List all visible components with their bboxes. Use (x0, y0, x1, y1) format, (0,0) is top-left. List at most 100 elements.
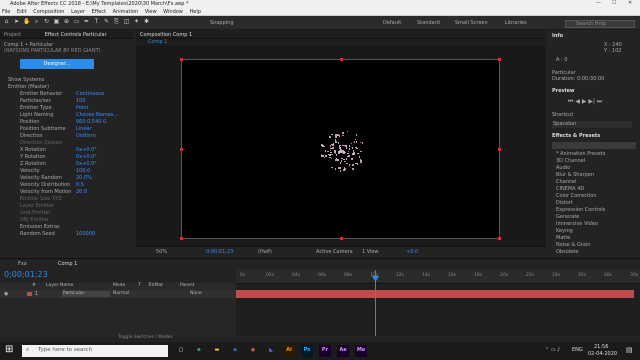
effect-category[interactable]: Distort (556, 201, 573, 206)
chrome-icon[interactable]: ◉ (247, 345, 259, 357)
property-value[interactable]: Uniform (76, 134, 96, 139)
effects-search-input[interactable] (552, 142, 636, 149)
layer-row[interactable]: ◉ 1 Particular Normal None (0, 290, 236, 298)
close-button[interactable]: ✕ (628, 1, 632, 6)
section-emitter-master[interactable]: Emitter (Master) (8, 85, 49, 90)
clone-tool-icon[interactable]: ⎘ (113, 19, 120, 26)
playback-controls-icon[interactable]: ⏮ ◀ ▶ ▶| ⏭ (568, 99, 602, 105)
menu-help[interactable]: Help (189, 10, 200, 15)
property-value[interactable]: 100 (76, 99, 86, 104)
type-tool-icon[interactable]: T (93, 19, 100, 26)
camera-tool-icon[interactable]: ▣ (53, 19, 60, 26)
property-value[interactable]: Point (76, 106, 88, 111)
menu-animation[interactable]: Animation (113, 10, 139, 15)
resolution-dropdown[interactable]: (Half) (258, 250, 272, 255)
menu-window[interactable]: Window (163, 10, 183, 15)
property-value[interactable]: 0x+0.0° (76, 162, 97, 167)
effect-category[interactable]: Channel (556, 180, 577, 185)
selection-tool-icon[interactable]: ➤ (13, 19, 20, 26)
exposure-value[interactable]: +0.0 (406, 250, 418, 255)
camera-dropdown[interactable]: Active Camera (316, 250, 353, 255)
menu-layer[interactable]: Layer (71, 10, 85, 15)
shortcut-dropdown[interactable]: Spacebar (552, 121, 632, 128)
layer-mode[interactable]: Normal (113, 291, 129, 297)
tab-project[interactable]: Project (4, 33, 21, 38)
viewer-timecode[interactable]: 0;00;01;23 (206, 250, 233, 255)
property-value[interactable]: Continuous (76, 92, 104, 97)
tab-composition[interactable]: Composition Comp 1 (140, 33, 192, 38)
task-view-icon[interactable]: ▢ (175, 345, 187, 357)
view-layout-dropdown[interactable]: 1 View (362, 250, 379, 255)
designer-button[interactable]: Designer... (20, 59, 94, 69)
file-explorer-icon[interactable]: ▬ (211, 345, 223, 357)
photoshop-icon[interactable]: Ps (301, 345, 313, 357)
notifications-icon[interactable]: ▤ (626, 347, 633, 354)
toggle-switches-modes[interactable]: Toggle Switches / Modes (118, 335, 173, 341)
property-value[interactable]: 0x+0.0° (76, 148, 97, 153)
snapping-toggle[interactable]: Snapping (210, 21, 234, 26)
zoom-tool-icon[interactable]: ⌕ (33, 19, 40, 26)
clock-date[interactable]: 02-04-2020 (588, 352, 617, 357)
property-value[interactable]: 960.0,540.0 (76, 120, 106, 125)
composition-viewer[interactable] (180, 58, 501, 240)
zoom-dropdown[interactable]: 50% (156, 250, 167, 255)
effect-category[interactable]: Noise & Grain (556, 243, 591, 248)
workspace-default[interactable]: Default (383, 21, 401, 26)
property-value[interactable]: 20.0 (76, 190, 87, 195)
effect-category[interactable]: Matte (556, 236, 570, 241)
home-icon[interactable]: ⌂ (3, 19, 10, 26)
effect-category[interactable]: 3D Channel (556, 159, 585, 164)
after-effects-icon[interactable]: Ae (337, 345, 349, 357)
tab-timeline-fxx[interactable]: Fxx (18, 262, 27, 267)
effect-category[interactable]: * Animation Presets (556, 152, 605, 157)
media-encoder-icon[interactable]: Me (355, 345, 367, 357)
visibility-eye-icon[interactable]: ◉ (4, 292, 8, 297)
illustrator-icon[interactable]: Ai (283, 345, 295, 357)
system-tray-icon[interactable]: ⌃ ▭ ♪ (545, 348, 560, 353)
clock-time[interactable]: 21:56 (594, 345, 608, 350)
effect-category[interactable]: Immersive Video (556, 222, 598, 227)
store-icon[interactable]: ◈ (229, 345, 241, 357)
tab-effect-controls[interactable]: Effect Controls Particular (45, 33, 107, 38)
workspace-libraries[interactable]: Libraries (505, 21, 527, 26)
property-value[interactable]: 20.0% (76, 176, 92, 181)
effect-category[interactable]: Keying (556, 229, 573, 234)
layer-name[interactable]: Particular (62, 291, 110, 297)
property-value[interactable]: Linear (76, 127, 92, 132)
property-value[interactable]: 100.0 (76, 169, 90, 174)
menu-file[interactable]: File (2, 10, 10, 15)
rotate-tool-icon[interactable]: ↻ (43, 19, 50, 26)
workspace-small-screen[interactable]: Small Screen (455, 21, 488, 26)
property-value[interactable]: 0.5 (76, 183, 84, 188)
menu-edit[interactable]: Edit (17, 10, 27, 15)
maximize-button[interactable]: ☐ (612, 1, 616, 6)
effect-category[interactable]: Expression Controls (556, 208, 605, 213)
pan-behind-tool-icon[interactable]: ⊕ (63, 19, 70, 26)
brush-tool-icon[interactable]: ✎ (103, 19, 110, 26)
eraser-tool-icon[interactable]: ◫ (123, 19, 130, 26)
time-ruler[interactable]: 0s02s04s06s08s10s12s14s16s18s20s22s24s26… (236, 270, 640, 284)
subtab-comp[interactable]: Comp 1 (148, 40, 167, 45)
property-value[interactable]: 0x+0.0° (76, 155, 97, 160)
edge-icon[interactable]: e (193, 345, 205, 357)
menu-view[interactable]: View (145, 10, 157, 15)
windows-start-icon[interactable]: ⊞ (5, 345, 13, 355)
layer-label-color[interactable] (27, 292, 32, 296)
minimize-button[interactable]: — (596, 1, 601, 6)
effect-category[interactable]: Color Correction (556, 194, 597, 199)
tab-timeline-comp[interactable]: Comp 1 (58, 262, 77, 267)
property-value[interactable]: 100000 (76, 232, 95, 237)
language-indicator[interactable]: ENG (572, 348, 583, 353)
effect-category[interactable]: CINEMA 4D (556, 187, 584, 192)
puppet-tool-icon[interactable]: ✱ (143, 19, 150, 26)
premiere-icon[interactable]: Pr (319, 345, 331, 357)
search-help-input[interactable]: Search Help (565, 20, 635, 28)
effect-category[interactable]: Generate (556, 215, 579, 220)
hand-tool-icon[interactable]: ✋ (23, 19, 30, 26)
effect-category[interactable]: Audio (556, 166, 570, 171)
menu-effect[interactable]: Effect (92, 10, 106, 15)
property-value[interactable]: Choose Names... (76, 113, 118, 118)
vscode-icon[interactable]: ◣ (265, 345, 277, 357)
section-show-systems[interactable]: Show Systems (8, 78, 44, 83)
effect-category[interactable]: Blur & Sharpen (556, 173, 594, 178)
